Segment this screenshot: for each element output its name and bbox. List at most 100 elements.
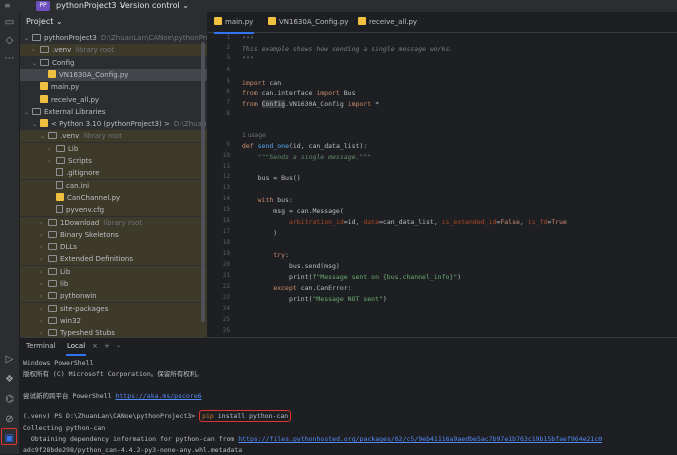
- expand-arrow-icon[interactable]: ⌄: [32, 58, 40, 70]
- expand-arrow-icon[interactable]: ›: [40, 218, 48, 230]
- expand-arrow-icon[interactable]: ›: [40, 291, 48, 303]
- tree-item[interactable]: › pythonwin: [20, 290, 207, 303]
- expand-arrow-icon[interactable]: ⌄: [24, 107, 32, 119]
- project-badge: PP: [36, 1, 50, 11]
- terminal-line: Collecting python-can: [23, 424, 106, 432]
- usage-hint[interactable]: 1 usage: [242, 131, 266, 141]
- tree-item[interactable]: can.ini: [20, 179, 207, 192]
- folder-icon: [48, 329, 57, 337]
- tree-item-label: DLLs: [60, 243, 77, 252]
- expand-arrow-icon[interactable]: ›: [40, 267, 48, 279]
- tree-item[interactable]: › DLLs: [20, 241, 207, 254]
- code-line: with bus:: [257, 196, 293, 204]
- tree-item[interactable]: main.py: [20, 81, 207, 93]
- folder-icon: [40, 46, 49, 54]
- file-icon: [56, 168, 63, 177]
- tree-item-label: Extended Definitions: [60, 255, 134, 264]
- tree-item[interactable]: › lib: [20, 278, 207, 290]
- tree-item[interactable]: › site-packages: [20, 302, 207, 316]
- tree-item[interactable]: VN1630A_Config.py: [20, 68, 207, 81]
- file-icon: [56, 205, 63, 214]
- terminal-panel: Terminal Local × + ⌄ Windows PowerShell …: [20, 337, 677, 455]
- close-tab-icon[interactable]: ×: [92, 338, 98, 354]
- expand-arrow-icon[interactable]: ›: [40, 230, 48, 242]
- main-menu-icon[interactable]: ≡: [4, 0, 11, 12]
- chevron-down-icon[interactable]: ⌄: [116, 338, 121, 354]
- run-icon[interactable]: ▷: [3, 353, 16, 366]
- file-icon: [56, 180, 63, 189]
- expand-arrow-icon[interactable]: ›: [48, 156, 56, 168]
- expand-arrow-icon[interactable]: ›: [40, 328, 48, 337]
- folder-icon: [48, 132, 57, 140]
- tree-item[interactable]: › 1Download library root: [20, 216, 207, 230]
- tree-item[interactable]: › .venv library root: [20, 44, 207, 57]
- new-tab-icon[interactable]: +: [104, 338, 110, 354]
- tree-item-label: pythonProject3: [44, 34, 97, 42]
- title-bar: ≡ PP pythonProject3 ⌄ Version control ⌄: [0, 0, 677, 12]
- tree-item[interactable]: ⌄ External Libraries: [20, 106, 207, 118]
- tree-item[interactable]: ⌄ < Python 3.10 (pythonProject3) > D:\Zhua…: [20, 118, 207, 130]
- line-number: 5: [226, 78, 230, 85]
- tab-main-py[interactable]: main.py: [214, 12, 254, 34]
- terminal-line: 版权所有 (C) Microsoft Corporation。保留所有权利。: [23, 370, 203, 378]
- tab-vn1630a-config[interactable]: VN1630A_Config.py: [268, 12, 352, 32]
- expand-arrow-icon[interactable]: ›: [48, 144, 56, 156]
- expand-arrow-icon[interactable]: ⌄: [40, 131, 48, 143]
- pscore-link[interactable]: https://aka.ms/pscore6: [115, 392, 201, 400]
- line-number: 16: [222, 217, 230, 224]
- line-number: 18: [222, 239, 230, 246]
- project-panel-header[interactable]: Project ⌄: [20, 12, 207, 32]
- commit-icon[interactable]: ◇: [3, 34, 16, 47]
- tree-item-label: VN1630A_Config.py: [59, 70, 129, 79]
- python-file-icon: [268, 17, 276, 25]
- terminal-prompt-line: (.venv) PS D:\ZhuanLan\CANoe\pythonProje…: [23, 410, 292, 422]
- tree-item[interactable]: › Lib: [20, 142, 207, 156]
- expand-arrow-icon[interactable]: ⌄: [32, 119, 40, 131]
- line-number: 14: [222, 195, 230, 202]
- expand-arrow-icon[interactable]: ›: [40, 316, 48, 328]
- tree-item-hint: library root: [103, 218, 143, 227]
- code-line: print(f"Message sent on {bus.channel_inf…: [242, 273, 462, 281]
- tree-item[interactable]: › Binary Skeletons: [20, 228, 207, 242]
- tree-item[interactable]: receive_all.py: [20, 94, 207, 106]
- version-control-menu[interactable]: Version control ⌄: [120, 0, 189, 12]
- project-view-icon[interactable]: ▭: [3, 16, 16, 29]
- expand-arrow-icon[interactable]: ›: [40, 242, 48, 254]
- tree-item[interactable]: ⌄ Config: [20, 57, 207, 69]
- tree-item[interactable]: › Typeshed Stubs: [20, 327, 207, 337]
- tree-item[interactable]: ⌄ pythonProject3 D:\ZhuanLan\CANoe\pythonP…: [20, 32, 207, 44]
- line-number: 20: [222, 261, 230, 268]
- tree-item-label: receive_all.py: [51, 95, 100, 104]
- python-packages-icon[interactable]: ❖: [3, 373, 16, 386]
- tree-item[interactable]: pyvenv.cfg: [20, 204, 207, 217]
- tree-item[interactable]: › win32: [20, 314, 207, 328]
- code-line: print("Message NOT sent"): [242, 295, 387, 303]
- expand-arrow-icon[interactable]: ›: [32, 45, 40, 57]
- package-url-link[interactable]: https://files.pythonhosted.org/packages/…: [238, 435, 602, 443]
- tab-receive-all[interactable]: receive_all.py: [358, 12, 422, 32]
- more-tools-icon[interactable]: ⋯: [3, 52, 16, 65]
- prompt: (.venv) PS D:\ZhuanLan\CANoe\pythonProje…: [23, 412, 196, 420]
- tab-local[interactable]: Local: [66, 338, 87, 356]
- tree-item[interactable]: › Scripts: [20, 155, 207, 167]
- tree-item[interactable]: ⌄ .venv library root: [20, 130, 207, 143]
- problems-icon[interactable]: ⊘: [3, 413, 16, 426]
- code-area[interactable]: """ This example shows how sending a sin…: [242, 33, 567, 303]
- tree-item[interactable]: CanChannel.py: [20, 191, 207, 204]
- tree-item[interactable]: › Extended Definitions: [20, 253, 207, 266]
- terminal-icon-highlight: [1, 428, 17, 445]
- project-scrollbar[interactable]: [201, 42, 205, 322]
- expand-arrow-icon[interactable]: ›: [40, 304, 48, 316]
- expand-arrow-icon[interactable]: ›: [40, 279, 48, 291]
- tree-item[interactable]: .gitignore: [20, 167, 207, 180]
- editor: main.py VN1630A_Config.py receive_all.py…: [208, 12, 677, 337]
- tree-item-label: main.py: [51, 83, 80, 92]
- code-line: try:: [273, 251, 289, 259]
- project-switcher[interactable]: pythonProject3 ⌄: [56, 0, 126, 12]
- expand-arrow-icon[interactable]: ⌄: [24, 33, 32, 45]
- code-line: except can.CanError:: [273, 284, 352, 292]
- expand-arrow-icon[interactable]: ›: [40, 254, 48, 266]
- tree-item[interactable]: › Lib: [20, 265, 207, 279]
- terminal-line: Obtaining dependency information for pyt…: [23, 435, 603, 443]
- python-console-icon[interactable]: ⌬: [3, 393, 16, 406]
